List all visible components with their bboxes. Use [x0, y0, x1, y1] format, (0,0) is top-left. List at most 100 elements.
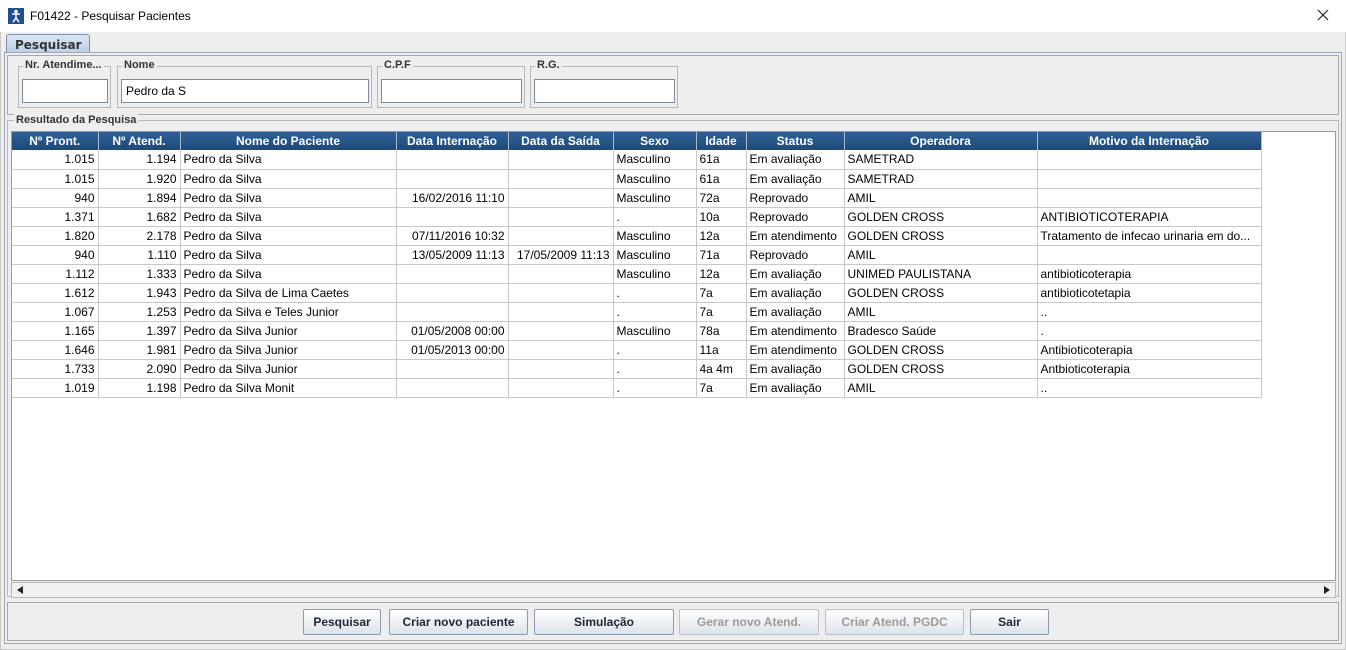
- table-row[interactable]: 940 1.110 Pedro da Silva 13/05/2009 11:13 17…: [12, 245, 1262, 265]
- cell-status: Em avaliação: [746, 283, 845, 303]
- cell-pront: 1.015: [12, 150, 99, 170]
- column-header-atend[interactable]: Nº Atend.: [98, 132, 181, 150]
- table-row[interactable]: 1.019 1.198 Pedro da Silva Monit. 7a Em aval…: [12, 378, 1262, 398]
- cell-nome: Pedro da Silva Monit: [180, 378, 397, 398]
- cell-pront: 1.112: [12, 264, 99, 284]
- column-header-idade[interactable]: Idade: [696, 132, 747, 150]
- cell-data-saida: [508, 264, 614, 284]
- rg-label: R.G.: [535, 59, 562, 71]
- horizontal-scrollbar[interactable]: [11, 582, 1336, 598]
- cell-pront: 1.733: [12, 359, 99, 379]
- cell-data-internacao: [396, 359, 509, 379]
- column-header-data-saida[interactable]: Data da Saída: [508, 132, 614, 150]
- table-row[interactable]: 1.067 1.253 Pedro da Silva e Teles Junior.…: [12, 302, 1262, 322]
- close-icon: [1317, 9, 1329, 21]
- cell-idade: 71a: [696, 245, 747, 265]
- cell-nome: Pedro da Silva: [180, 150, 397, 170]
- cell-operadora: GOLDEN CROSS: [844, 359, 1038, 379]
- cell-sexo: .: [613, 340, 697, 360]
- cell-data-saida: [508, 169, 614, 189]
- arrow-right-icon: [1324, 586, 1330, 594]
- cell-data-internacao: [396, 378, 509, 398]
- simulacao-button[interactable]: Simulação: [534, 609, 674, 635]
- pesquisar-button[interactable]: Pesquisar: [303, 609, 381, 635]
- cell-atend: 1.397: [98, 321, 181, 341]
- cell-motivo: antibioticotetapia: [1037, 283, 1262, 303]
- cell-motivo: Antibioticoterapia: [1037, 340, 1262, 360]
- scroll-right-button[interactable]: [1319, 583, 1335, 597]
- cell-atend: 1.943: [98, 283, 181, 303]
- scroll-left-button[interactable]: [12, 583, 28, 597]
- table-row[interactable]: 940 1.894 Pedro da Silva 16/02/2016 11:10 Ma…: [12, 188, 1262, 208]
- title-bar: F01422 - Pesquisar Pacientes: [0, 0, 1346, 32]
- cell-sexo: .: [613, 207, 697, 227]
- cell-data-internacao: [396, 283, 509, 303]
- cell-data-internacao: 07/11/2016 10:32: [396, 226, 509, 246]
- cell-nome: Pedro da Silva Junior: [180, 321, 397, 341]
- criar-atend-pgdc-button[interactable]: Criar Atend. PGDC: [825, 609, 964, 635]
- cell-data-saida: [508, 378, 614, 398]
- cell-sexo: Masculino: [613, 245, 697, 265]
- cell-operadora: UNIMED PAULISTANA: [844, 264, 1038, 284]
- cell-idade: 78a: [696, 321, 747, 341]
- sair-button[interactable]: Sair: [970, 609, 1049, 635]
- cell-nome: Pedro da Silva: [180, 245, 397, 265]
- nome-input[interactable]: [121, 79, 369, 103]
- tab-pesquisar[interactable]: Pesquisar: [6, 34, 91, 54]
- cell-status: Reprovado: [746, 188, 845, 208]
- table-row[interactable]: 1.165 1.397 Pedro da Silva Junior 01/05/200…: [12, 321, 1262, 341]
- cell-status: Reprovado: [746, 207, 845, 227]
- cell-atend: 2.178: [98, 226, 181, 246]
- table-row[interactable]: 1.733 2.090 Pedro da Silva Junior. 4a 4m Em …: [12, 359, 1262, 379]
- column-header-operadora[interactable]: Operadora: [844, 132, 1038, 150]
- cell-motivo: [1037, 188, 1262, 208]
- cell-nome: Pedro da Silva Junior: [180, 359, 397, 379]
- cell-data-internacao: [396, 302, 509, 322]
- table-row[interactable]: 1.112 1.333 Pedro da Silva Masculino 12a Em a…: [12, 264, 1262, 284]
- cell-idade: 4a 4m: [696, 359, 747, 379]
- table-row[interactable]: 1.371 1.682 Pedro da Silva. 10a Reprovado GOL…: [12, 207, 1262, 227]
- cell-nome: Pedro da Silva: [180, 226, 397, 246]
- button-panel: Pesquisar Criar novo paciente Simulação …: [7, 602, 1339, 641]
- cpf-input[interactable]: [381, 79, 522, 103]
- atendimento-input[interactable]: [22, 79, 108, 103]
- column-header-sexo[interactable]: Sexo: [613, 132, 697, 150]
- column-header-data-internacao[interactable]: Data Internação: [396, 132, 509, 150]
- cell-pront: 1.371: [12, 207, 99, 227]
- cell-status: Em avaliação: [746, 378, 845, 398]
- table-row[interactable]: 1.015 1.920 Pedro da Silva Masculino 61a Em a…: [12, 169, 1262, 189]
- cell-atend: 1.110: [98, 245, 181, 265]
- table-row[interactable]: 1.612 1.943 Pedro da Silva de Lima Caetes.…: [12, 283, 1262, 303]
- table-row[interactable]: 1.015 1.194 Pedro da Silva Masculino 61a Em a…: [12, 150, 1262, 170]
- gerar-novo-atend-button[interactable]: Gerar novo Atend.: [679, 609, 819, 635]
- cpf-label: C.P.F: [382, 59, 413, 71]
- table-row[interactable]: 1.820 2.178 Pedro da Silva 07/11/2016 10:32…: [12, 226, 1262, 246]
- criar-novo-paciente-button[interactable]: Criar novo paciente: [389, 609, 528, 635]
- cell-data-internacao: [396, 150, 509, 170]
- cell-atend: 1.682: [98, 207, 181, 227]
- column-header-status[interactable]: Status: [746, 132, 845, 150]
- cell-status: Reprovado: [746, 245, 845, 265]
- close-button[interactable]: [1300, 0, 1346, 30]
- column-header-nome[interactable]: Nome do Paciente: [180, 132, 397, 150]
- cell-motivo: Antbioticoterapia: [1037, 359, 1262, 379]
- column-header-motivo[interactable]: Motivo da Internação: [1037, 132, 1262, 150]
- cell-operadora: SAMETRAD: [844, 150, 1038, 170]
- cell-idade: 72a: [696, 188, 747, 208]
- search-panel: Nr. Atendime... Nome C.P.F R.G.: [7, 55, 1339, 115]
- cell-sexo: Masculino: [613, 150, 697, 170]
- results-label: Resultado da Pesquisa: [14, 114, 139, 126]
- field-group-nome: Nome: [117, 59, 372, 108]
- column-header-pront[interactable]: Nº Pront.: [12, 132, 99, 150]
- cell-sexo: .: [613, 378, 697, 398]
- cell-nome: Pedro da Silva de Lima Caetes: [180, 283, 397, 303]
- cell-atend: 1.981: [98, 340, 181, 360]
- cell-motivo: [1037, 169, 1262, 189]
- cell-sexo: Masculino: [613, 226, 697, 246]
- cell-idade: 12a: [696, 226, 747, 246]
- cell-data-saida: 17/05/2009 11:13: [508, 245, 614, 265]
- cell-data-saida: [508, 302, 614, 322]
- rg-input[interactable]: [534, 79, 675, 103]
- cell-pront: 1.015: [12, 169, 99, 189]
- table-row[interactable]: 1.646 1.981 Pedro da Silva Junior 01/05/201…: [12, 340, 1262, 360]
